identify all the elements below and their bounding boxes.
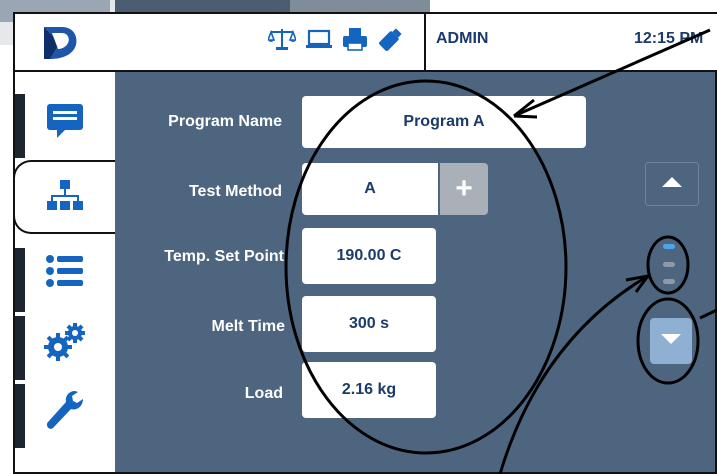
scroll-up-button[interactable] bbox=[645, 162, 699, 206]
gears-icon bbox=[43, 321, 87, 366]
status-icons bbox=[266, 26, 418, 57]
nav-item-list[interactable] bbox=[15, 236, 115, 310]
label-program-name: Program Name bbox=[168, 113, 282, 130]
test-method-field[interactable]: A bbox=[302, 163, 438, 215]
list-icon bbox=[45, 253, 85, 294]
temp-set-point-field[interactable]: 190.00 C bbox=[302, 228, 436, 284]
topbar-divider bbox=[424, 14, 426, 72]
network-tree-icon bbox=[45, 178, 85, 217]
balance-icon bbox=[266, 27, 298, 56]
add-test-method-button[interactable]: + bbox=[440, 163, 488, 215]
messages-icon bbox=[45, 102, 85, 145]
label-temp-set-point: Temp. Set Point bbox=[164, 248, 284, 265]
clock: 12:15 PM bbox=[634, 30, 704, 47]
side-nav bbox=[13, 72, 115, 472]
laptop-icon bbox=[306, 28, 332, 55]
program-name-field[interactable]: Program A bbox=[302, 96, 586, 148]
nav-item-network[interactable] bbox=[13, 160, 115, 234]
page-indicator-dot bbox=[663, 244, 675, 249]
wrench-icon bbox=[45, 389, 85, 438]
scroll-down-button[interactable] bbox=[650, 318, 692, 364]
label-load: Load bbox=[244, 385, 283, 402]
triangle-up-icon bbox=[661, 175, 683, 193]
usb-drive-icon bbox=[378, 26, 404, 57]
brand-logo bbox=[40, 25, 80, 61]
page-indicator-dot bbox=[663, 279, 675, 284]
printer-icon bbox=[342, 27, 368, 56]
load-field[interactable]: 2.16 kg bbox=[302, 362, 436, 418]
current-user: ADMIN bbox=[436, 30, 489, 47]
label-test-method: Test Method bbox=[188, 183, 282, 200]
triangle-down-icon bbox=[660, 332, 682, 350]
page-indicator-dot bbox=[663, 262, 675, 267]
label-melt-time: Melt Time bbox=[211, 318, 286, 335]
nav-item-messages[interactable] bbox=[15, 86, 115, 160]
melt-time-field[interactable]: 300 s bbox=[302, 296, 436, 352]
nav-item-tools[interactable] bbox=[15, 376, 115, 450]
nav-item-settings[interactable] bbox=[15, 306, 115, 380]
